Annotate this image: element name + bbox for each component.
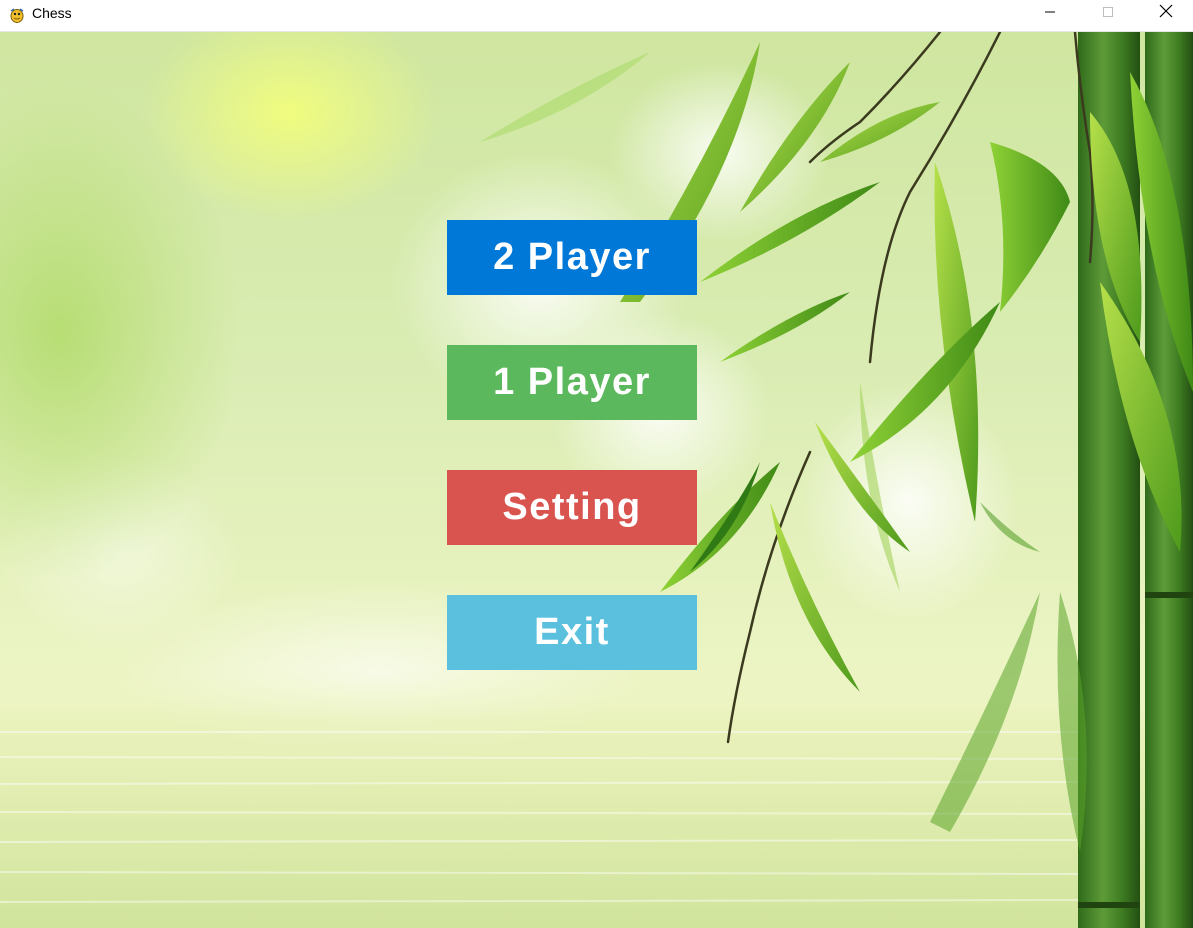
maximize-icon [1102, 5, 1114, 23]
game-canvas[interactable]: 2 Player 1 Player Setting Exit [0, 32, 1193, 928]
maximize-button[interactable] [1079, 0, 1137, 27]
exit-button[interactable]: Exit [447, 595, 697, 670]
close-button[interactable] [1137, 0, 1193, 27]
window-title: Chess [32, 5, 72, 21]
app-window: Chess 2 Player 1 Player Setting Exit [0, 0, 1193, 928]
minimize-icon [1044, 5, 1056, 23]
minimize-button[interactable] [1021, 0, 1079, 27]
two-player-button[interactable]: 2 Player [447, 220, 697, 295]
pygame-icon [8, 6, 26, 24]
setting-button[interactable]: Setting [447, 470, 697, 545]
close-icon [1159, 4, 1173, 23]
one-player-button[interactable]: 1 Player [447, 345, 697, 420]
title-bar[interactable]: Chess [0, 0, 1193, 32]
